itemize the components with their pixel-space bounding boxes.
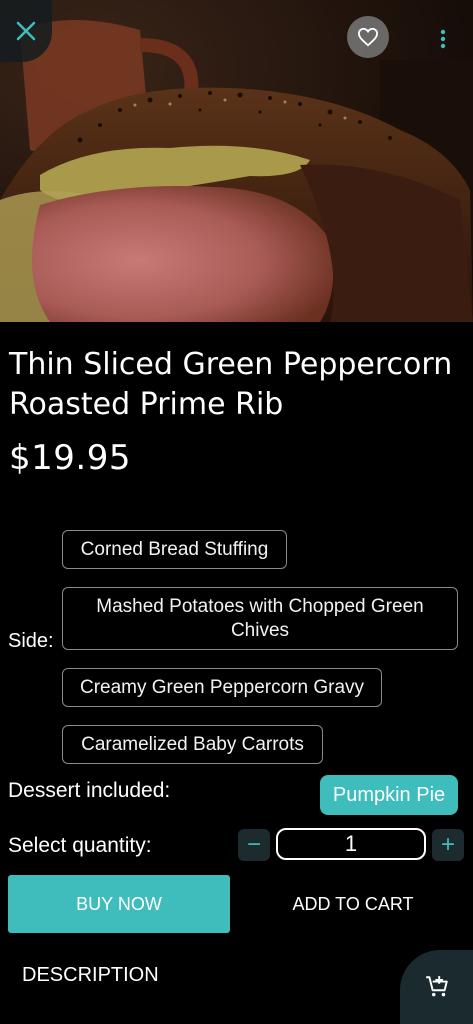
heart-outline-icon [357,27,379,47]
dessert-option-pumpkin-pie[interactable]: Pumpkin Pie [320,775,458,815]
more-options-button[interactable] [418,20,468,58]
add-to-cart-button[interactable]: ADD TO CART [248,875,458,933]
dessert-label: Dessert included: [8,779,171,802]
quantity-label: Select quantity: [8,834,152,857]
product-title: Thin Sliced Green Peppercorn Roasted Pri… [9,347,453,422]
increment-button[interactable]: + [432,829,464,861]
side-option-mashed-potatoes[interactable]: Mashed Potatoes with Chopped Green Chive… [62,587,458,650]
decrement-button[interactable]: − [238,829,270,861]
close-icon [16,21,36,41]
buy-now-button[interactable]: BUY NOW [8,875,230,933]
side-option-baby-carrots[interactable]: Caramelized Baby Carrots [62,725,323,764]
prime-rib-illustration [0,0,473,322]
add-shopping-cart-icon [425,976,448,997]
product-image [0,0,473,322]
quantity-input[interactable] [276,828,426,860]
side-option-corned-bread-stuffing[interactable]: Corned Bread Stuffing [62,530,287,569]
side-label: Side: [8,630,54,652]
side-option-peppercorn-gravy[interactable]: Creamy Green Peppercorn Gravy [62,668,382,707]
more-vertical-icon [440,29,446,49]
cart-fab-button[interactable] [400,950,473,1024]
favorite-button[interactable] [347,16,389,58]
tab-description[interactable]: DESCRIPTION [22,964,159,987]
product-price: $19.95 [9,438,131,478]
